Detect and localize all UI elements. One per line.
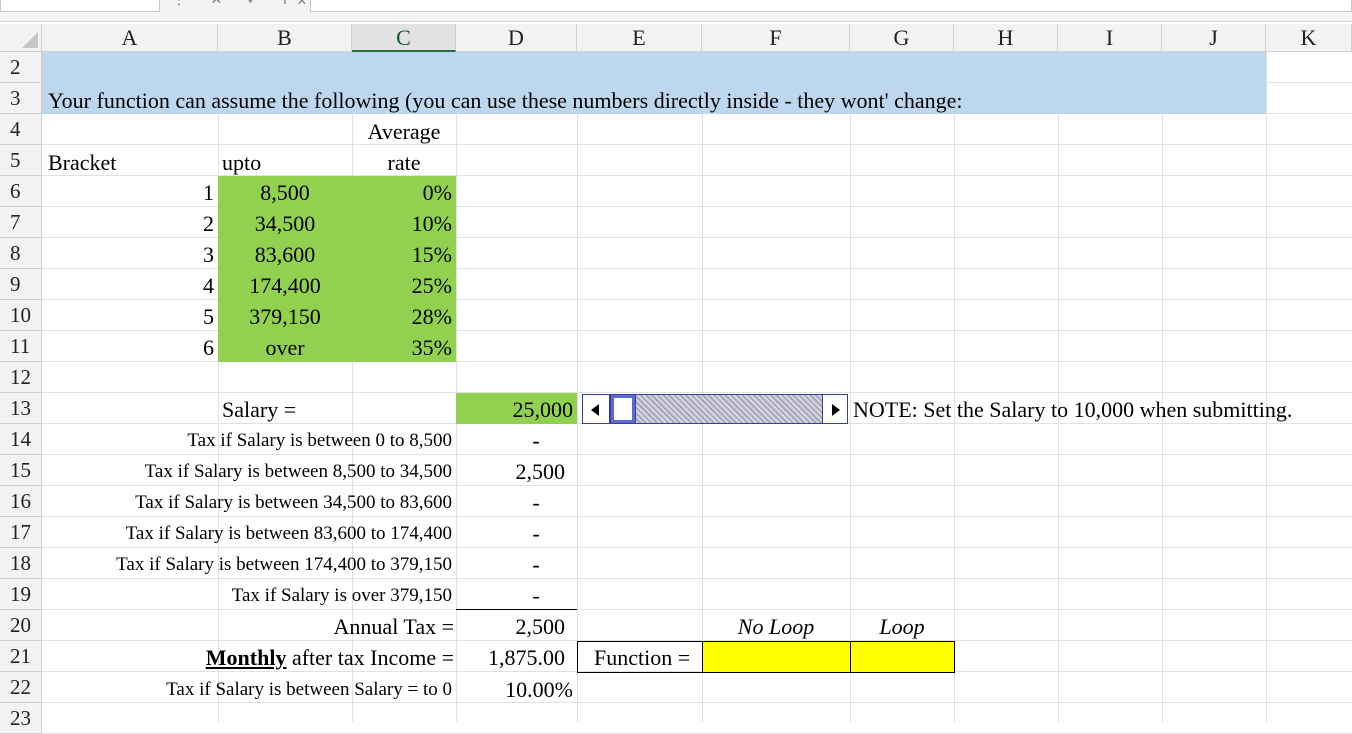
tax-line-value: - xyxy=(532,428,540,453)
arrow-left-icon xyxy=(591,404,599,416)
salary-label: Salary = xyxy=(222,397,297,422)
column-header-f[interactable]: F xyxy=(702,24,850,52)
upto-header: upto xyxy=(222,150,262,175)
no-loop-header: No Loop xyxy=(737,614,815,639)
row-header-13[interactable]: 13 xyxy=(0,393,42,424)
bracket-rate: 15% xyxy=(411,242,452,267)
bracket-upto: 174,400 xyxy=(249,273,321,298)
column-header-c[interactable]: C xyxy=(352,24,456,52)
bracket-header: Bracket xyxy=(48,150,117,175)
bracket-number: 3 xyxy=(203,242,214,267)
row-header-18[interactable]: 18 xyxy=(0,548,42,579)
bracket-rate: 25% xyxy=(411,273,452,298)
bracket-upto: 8,500 xyxy=(260,180,310,205)
bracket-number: 2 xyxy=(203,211,214,236)
row-header-22[interactable]: 22 xyxy=(0,672,42,703)
name-box[interactable] xyxy=(0,0,160,12)
loop-function-cell[interactable] xyxy=(850,641,955,673)
monthly-label-bold: Monthly xyxy=(205,645,287,670)
formula-input[interactable] xyxy=(310,0,1352,12)
scroll-thumb[interactable] xyxy=(610,394,636,424)
bracket-upto: 83,600 xyxy=(254,242,316,267)
worksheet[interactable]: A B C D E F G H I J K 2 3 4 5 6 7 8 9 10 11 12 13 14… xyxy=(0,24,1352,734)
scroll-right-button[interactable] xyxy=(822,394,848,424)
bracket-number: 6 xyxy=(203,335,214,360)
row-header-16[interactable]: 16 xyxy=(0,486,42,517)
row-header-5[interactable]: 5 xyxy=(0,145,42,176)
monthly-label-rest: after tax Income = xyxy=(286,645,454,670)
bracket-number: 1 xyxy=(203,180,214,205)
tax-line-value: 2,500 xyxy=(515,459,566,484)
row-header-14[interactable]: 14 xyxy=(0,424,42,455)
formula-bar-area: ⋮ ✕ ✓ fx xyxy=(0,0,1352,22)
row-header-10[interactable]: 10 xyxy=(0,300,42,331)
scroll-track[interactable] xyxy=(636,394,822,424)
bracket-number: 5 xyxy=(203,304,214,329)
select-all-corner[interactable] xyxy=(0,24,42,52)
rate-header-line1: Average xyxy=(367,119,441,144)
row22-label: Tax if Salary is between Salary = to 0 xyxy=(166,679,452,700)
scroll-left-button[interactable] xyxy=(582,394,610,424)
row-header-15[interactable]: 15 xyxy=(0,455,42,486)
tax-line-label: Tax if Salary is between 174,400 to 379,… xyxy=(116,554,452,575)
row-header-20[interactable]: 20 xyxy=(0,610,42,641)
loop-header: Loop xyxy=(879,614,925,639)
row-header-9[interactable]: 9 xyxy=(0,269,42,300)
column-header-i[interactable]: I xyxy=(1058,24,1162,52)
heading-text: Your function can assume the following (… xyxy=(48,88,963,113)
rate-header-line2: rate xyxy=(387,150,421,175)
salary-value[interactable]: 25,000 xyxy=(456,394,574,425)
row-header-3[interactable]: 3 xyxy=(0,83,42,114)
salary-note: NOTE: Set the Salary to 10,000 when subm… xyxy=(853,397,1293,422)
column-header-h[interactable]: H xyxy=(954,24,1058,52)
row-header-4[interactable]: 4 xyxy=(0,114,42,145)
monthly-value: 1,875.00 xyxy=(488,645,565,670)
row-header-21[interactable]: 21 xyxy=(0,641,42,672)
row-header-7[interactable]: 7 xyxy=(0,207,42,238)
column-header-j[interactable]: J xyxy=(1162,24,1266,52)
tax-line-label: Tax if Salary is between 34,500 to 83,60… xyxy=(135,492,452,513)
bracket-rate: 10% xyxy=(411,211,452,236)
row-header-11[interactable]: 11 xyxy=(0,331,42,362)
row-header-2[interactable]: 2 xyxy=(0,52,42,83)
annual-tax-value: 2,500 xyxy=(515,614,566,639)
arrow-right-icon xyxy=(832,404,840,416)
bracket-number: 4 xyxy=(203,273,214,298)
column-header-e[interactable]: E xyxy=(577,24,702,52)
row22-value: 10.00% xyxy=(505,677,573,702)
tax-line-label: Tax if Salary is over 379,150 xyxy=(231,585,452,606)
bracket-rate: 35% xyxy=(411,335,452,360)
column-header-d[interactable]: D xyxy=(456,24,577,52)
row-header-8[interactable]: 8 xyxy=(0,238,42,269)
bracket-upto: over xyxy=(265,335,305,360)
column-header-g[interactable]: G xyxy=(850,24,954,52)
tax-line-value: - xyxy=(532,552,540,577)
row-header-23[interactable]: 23 xyxy=(0,703,42,734)
salary-scrollbar[interactable] xyxy=(582,394,848,424)
column-header-b[interactable]: B xyxy=(218,24,352,52)
bracket-upto: 34,500 xyxy=(254,211,316,236)
bracket-rate: 0% xyxy=(422,180,452,205)
tax-line-label: Tax if Salary is between 8,500 to 34,500 xyxy=(144,461,452,482)
row-header-12[interactable]: 12 xyxy=(0,362,42,393)
monthly-label: Monthly after tax Income = xyxy=(100,642,454,673)
no-loop-function-cell[interactable] xyxy=(702,641,851,673)
tax-line-value: - xyxy=(532,490,540,515)
bracket-upto: 379,150 xyxy=(249,304,321,329)
annual-tax-label: Annual Tax = xyxy=(333,614,454,639)
row-header-6[interactable]: 6 xyxy=(0,176,42,207)
formula-bar-icons[interactable]: ⋮ ✕ ✓ fx xyxy=(172,0,316,8)
tax-line-value: - xyxy=(532,521,540,546)
total-rule xyxy=(456,609,577,610)
function-label: Function = xyxy=(594,645,691,670)
tax-line-label: Tax if Salary is between 0 to 8,500 xyxy=(187,430,452,451)
column-header-k[interactable]: K xyxy=(1266,24,1352,52)
row-header-19[interactable]: 19 xyxy=(0,579,42,610)
tax-line-label: Tax if Salary is between 83,600 to 174,4… xyxy=(125,523,452,544)
bracket-rate: 28% xyxy=(411,304,452,329)
column-header-a[interactable]: A xyxy=(42,24,218,52)
row-header-17[interactable]: 17 xyxy=(0,517,42,548)
tax-line-value: - xyxy=(532,583,540,608)
